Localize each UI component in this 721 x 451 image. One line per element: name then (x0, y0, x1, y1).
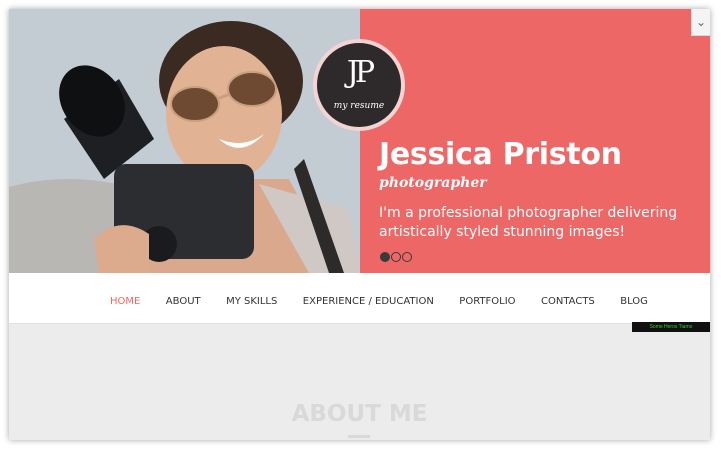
hero-role: photographer (379, 175, 487, 191)
hero-banner: JP my resume Jessica Priston photographe… (9, 9, 710, 273)
nav-item-blog[interactable]: BLOG (620, 296, 648, 307)
scroll-toggle-button[interactable]: ⌄ (691, 9, 710, 36)
hero-photo (9, 9, 360, 273)
nav-item-about[interactable]: ABOUT (166, 296, 201, 307)
hero-name: Jessica Priston (379, 137, 622, 172)
logo-monogram: JP (346, 55, 375, 90)
slider-dot[interactable] (391, 252, 401, 262)
hero-description: I'm a professional photographer deliveri… (379, 205, 678, 240)
nav-item-my-skills[interactable]: MY SKILLS (226, 296, 277, 307)
page-frame: JP my resume Jessica Priston photographe… (9, 9, 710, 440)
slider-dots (380, 249, 413, 262)
logo-tagline: my resume (333, 101, 385, 111)
nav-item-home[interactable]: HOME (110, 296, 140, 307)
about-section-title: ABOUT ME (291, 401, 428, 427)
nav-item-experience-education[interactable]: EXPERIENCE / EDUCATION (303, 296, 434, 307)
nav-item-contacts[interactable]: CONTACTS (541, 296, 595, 307)
about-title-underline (348, 435, 370, 438)
resume-logo[interactable]: JP my resume (313, 39, 405, 131)
chevron-down-icon: ⌄ (695, 15, 707, 29)
slider-dot[interactable] (380, 252, 390, 262)
slider-dot[interactable] (402, 252, 412, 262)
nav-item-portfolio[interactable]: PORTFOLIO (459, 296, 515, 307)
main-navigation: HOME ABOUT MY SKILLS EXPERIENCE / EDUCAT… (9, 273, 710, 324)
corner-badge: Some Heros Tiamo (632, 322, 710, 332)
